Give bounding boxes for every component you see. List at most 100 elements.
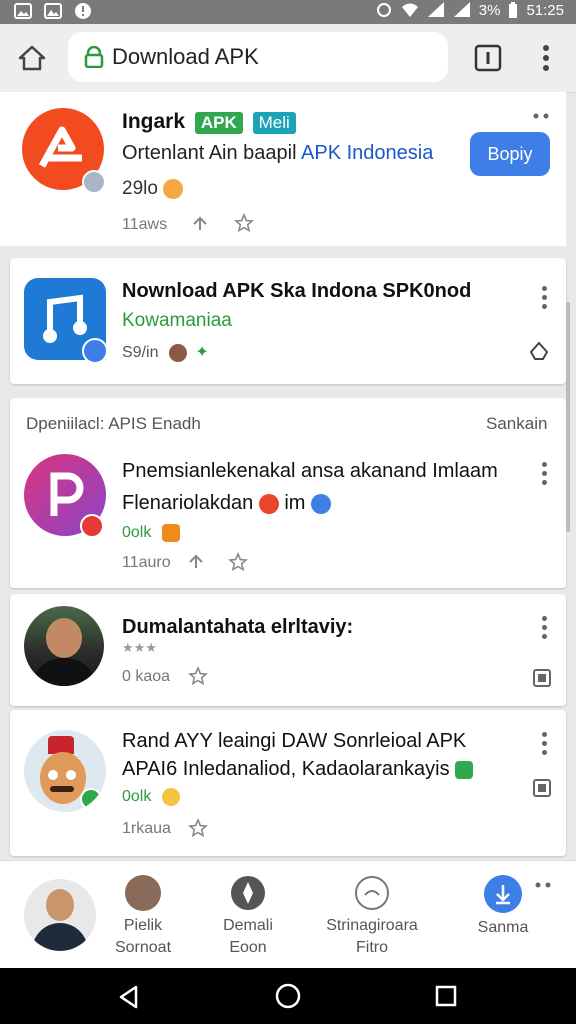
app-title-line1: Rand AYY leaingi DAW Sonrleioal APK [122, 730, 467, 752]
rating-row: 0olk [122, 788, 180, 806]
system-nav-bar [0, 968, 576, 1024]
app-title-line1: Pnemsianlekenakal ansa akanand Imlaam [122, 460, 498, 482]
rating-row: 0olk [122, 524, 180, 542]
nav-item-explore[interactable]: Demali Eoon [208, 875, 288, 957]
browser-toolbar: Download APK [0, 24, 576, 93]
app-name: Ingark [122, 110, 186, 133]
back-icon[interactable] [116, 984, 142, 1010]
home-circle-icon[interactable] [274, 982, 302, 1010]
clock: 51:25 [526, 1, 564, 19]
bookmark-icon[interactable] [528, 340, 550, 362]
wifi-icon [401, 3, 418, 17]
star-icon[interactable] [228, 552, 248, 572]
title-part: APAI6 Inledanaliod, Kadaolarankayis [122, 758, 450, 780]
app-title: Dumalantahata elrltaviy: [122, 616, 354, 638]
sync-icon [376, 3, 391, 17]
star-icon[interactable] [188, 818, 208, 838]
download-badge-icon [455, 760, 474, 779]
emoji-icon [161, 788, 180, 806]
nav-label: Sanma [477, 919, 529, 936]
save-icon[interactable] [532, 668, 552, 688]
meli-badge: Meli [252, 112, 296, 134]
tabs-icon[interactable] [474, 44, 502, 72]
content: Ingark APK Meli Ortenlant Ain baapil APK… [0, 92, 576, 968]
share-icon[interactable] [190, 214, 210, 234]
more-horizontal-icon[interactable] [534, 881, 554, 889]
featured-app-card[interactable]: Ingark APK Meli Ortenlant Ain baapil APK… [0, 92, 566, 246]
lock-icon [84, 46, 104, 68]
profile-avatar[interactable] [24, 879, 96, 951]
nav-item-feed[interactable]: Strinagiroara Fitro [318, 875, 426, 957]
compass-icon [231, 876, 265, 910]
more-icon[interactable] [540, 614, 548, 640]
chat-icon [310, 493, 331, 514]
avatar [24, 606, 104, 686]
apk-badge: APK [194, 112, 243, 134]
sparkle-icon: ✦ [195, 344, 209, 361]
app-icon [24, 278, 108, 364]
star-icon[interactable] [234, 213, 254, 233]
app-title-row: Ingark APK Meli [122, 110, 296, 134]
home-icon[interactable] [16, 42, 48, 74]
app-subtitle: Ortenlant Ain baapil APK Indonesia [122, 142, 433, 165]
title-part2: im [284, 492, 306, 514]
save-icon[interactable] [532, 778, 552, 798]
nav-sublabel: Fitro [356, 939, 388, 956]
subtitle-text: Ortenlant Ain baapil [122, 142, 302, 164]
crown-icon [161, 524, 180, 542]
nav-sublabel: Sornoat [114, 939, 172, 956]
meta-text: 11auro [122, 554, 171, 571]
app-title-line2: APAI6 Inledanaliod, Kadaolarankayis [122, 758, 474, 781]
install-button[interactable]: Bopiy [470, 132, 550, 176]
title-part: Flenariolakdan [122, 492, 259, 514]
app-card[interactable]: Rand AYY leaingi DAW Sonrleioal APK APAI… [10, 710, 566, 856]
rating-row: 29lo [122, 178, 184, 200]
rating-text: 0olk [122, 524, 152, 542]
recents-icon[interactable] [434, 984, 458, 1008]
meta-text: 0 kaoa [122, 668, 171, 685]
meta-text: 1rkaua [122, 820, 171, 837]
nav-label: Demali [223, 917, 273, 934]
scrollbar[interactable] [566, 302, 570, 532]
app-title-line2: Flenariolakdan im [122, 492, 331, 515]
size-text: S9/in [122, 344, 159, 361]
share-icon[interactable] [186, 552, 206, 572]
url-field[interactable]: Download APK [68, 32, 448, 82]
app-icon [24, 730, 106, 812]
more-icon[interactable] [538, 42, 554, 74]
app-card[interactable]: Nownload APK Ska Indona SPK0nod Kowamani… [10, 258, 566, 384]
signal2-icon [453, 2, 470, 17]
battery-percent: 3% [478, 1, 501, 19]
app-status-dot [82, 170, 106, 194]
more-icon[interactable] [540, 460, 548, 486]
more-icon[interactable] [540, 284, 548, 310]
alert-notification-icon [75, 3, 91, 19]
verified-icon [82, 338, 108, 364]
avatar [168, 343, 187, 362]
rating-text: 29lo [122, 178, 158, 199]
status-bar: 3% 51:25 [0, 0, 576, 24]
battery-icon [509, 2, 518, 18]
nav-item-profile[interactable]: Pielik Sornoat [108, 875, 178, 957]
more-icon[interactable] [540, 730, 548, 756]
rating-stars: ★★★ [122, 640, 157, 655]
star-icon[interactable] [188, 666, 208, 686]
more-horizontal-icon[interactable] [532, 112, 552, 120]
size-row: S9/in ✦ [122, 342, 209, 362]
app-card[interactable]: Dumalantahata elrltaviy: ★★★ 0 kaoa [10, 594, 566, 706]
nav-sublabel: Eoon [229, 939, 267, 956]
image-notification-icon [14, 3, 32, 19]
nav-label: Pielik [123, 917, 163, 934]
signal-icon [427, 2, 444, 17]
nav-item-downloads[interactable]: Sanma [468, 875, 538, 937]
emoji-icon [163, 178, 184, 199]
section-action[interactable]: Sankain [486, 414, 547, 434]
nav-label: Strinagiroara [326, 917, 418, 934]
gallery-notification-icon [44, 3, 62, 19]
chat-bubble-icon [355, 876, 389, 910]
download-icon [484, 875, 522, 913]
subtitle-link[interactable]: APK Indonesia [301, 142, 433, 164]
app-list-section: Dpeniilacl: APIS Enadh Sankain Pnemsianl… [10, 398, 566, 588]
badge-icon [80, 514, 104, 538]
app-icon [24, 454, 106, 538]
